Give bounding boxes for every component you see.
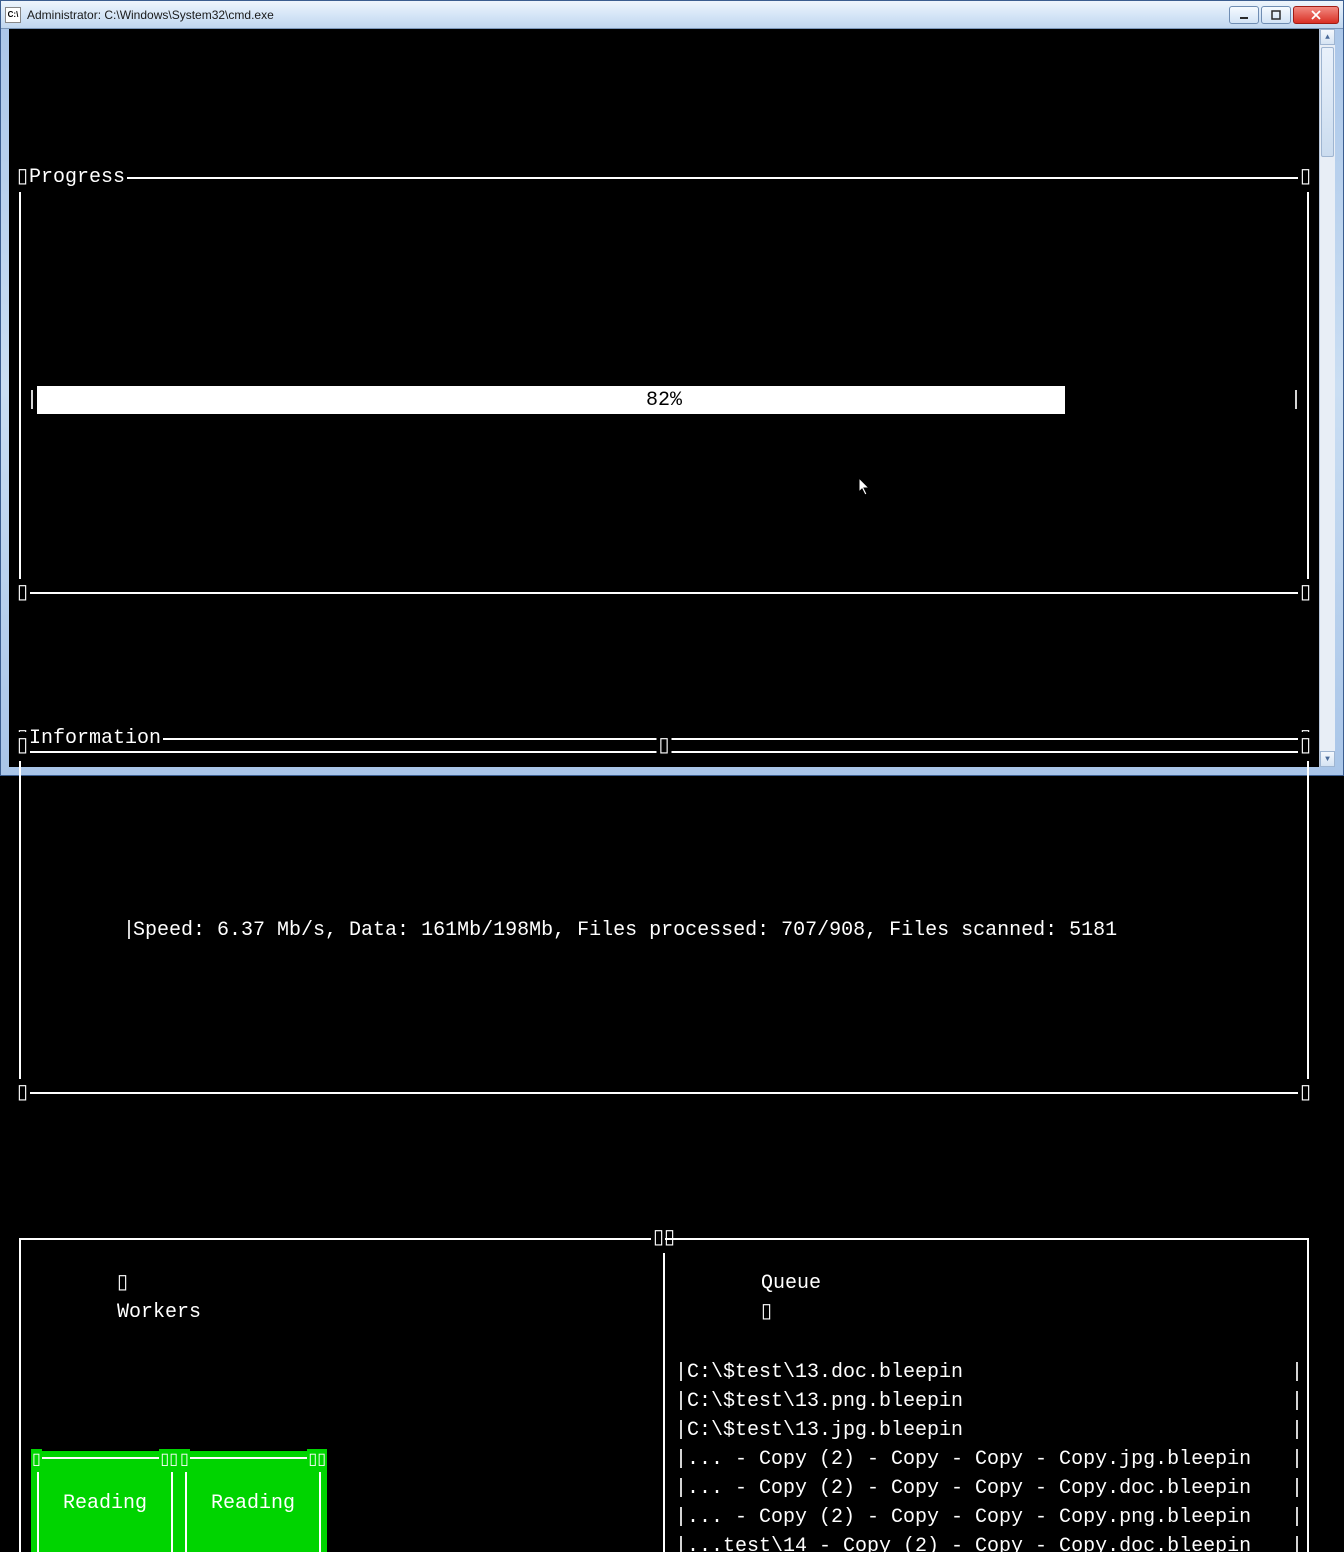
box-glyph: ▯ bbox=[1298, 732, 1313, 761]
queue-item: |C:\$test\13.jpg.bleepin| bbox=[675, 1416, 1303, 1445]
cmd-icon: C:\ bbox=[5, 7, 21, 23]
information-legend: Information bbox=[27, 724, 163, 753]
scroll-thumb[interactable] bbox=[1321, 47, 1334, 157]
titlebar[interactable]: C:\ Administrator: C:\Windows\System32\c… bbox=[1, 1, 1343, 29]
worker-cell: Reading▯▯▯▯▯▯ bbox=[31, 1451, 179, 1552]
window-controls bbox=[1229, 6, 1339, 24]
close-button[interactable] bbox=[1293, 6, 1339, 24]
worker-grid: Reading▯▯▯▯▯▯Reading▯▯▯▯▯▯ bbox=[31, 1451, 327, 1552]
queue-item: |C:\$test\13.doc.bleepin| bbox=[675, 1358, 1303, 1387]
worker-cell: Reading▯▯▯▯▯▯ bbox=[179, 1451, 327, 1552]
window-title: Administrator: C:\Windows\System32\cmd.e… bbox=[27, 8, 274, 22]
box-glyph: ▯ bbox=[15, 579, 30, 608]
box-glyph: ▯ bbox=[761, 1301, 772, 1324]
progress-track: 82% bbox=[37, 386, 1291, 414]
progress-panel: ▯ Progress ▯ | 82% | ▯ ▯ bbox=[19, 177, 1309, 594]
console-client-area: ▯ Progress ▯ | 82% | ▯ ▯ ▯ Information ▯ bbox=[9, 29, 1319, 767]
window-frame: C:\ Administrator: C:\Windows\System32\c… bbox=[0, 0, 1344, 776]
box-glyph: ▯ bbox=[1298, 579, 1313, 608]
progress-bar: | 82% | bbox=[27, 386, 1301, 414]
queue-item: |... - Copy (2) - Copy - Copy - Copy.png… bbox=[675, 1503, 1303, 1532]
queue-item: |C:\$test\13.png.bleepin| bbox=[675, 1387, 1303, 1416]
box-glyph: ▯ bbox=[117, 1272, 128, 1295]
maximize-button[interactable] bbox=[1261, 6, 1291, 24]
scroll-up-button[interactable]: ▲ bbox=[1320, 29, 1335, 45]
minimize-button[interactable] bbox=[1229, 6, 1259, 24]
worker-status: Reading bbox=[33, 1489, 177, 1518]
box-glyph: ▯ bbox=[1298, 163, 1313, 192]
vertical-scrollbar[interactable]: ▲ ▼ bbox=[1319, 29, 1335, 767]
box-glyph: ▯ bbox=[656, 732, 671, 761]
progress-legend: Progress bbox=[27, 163, 127, 192]
workers-queue-row: ▯ Workers ▯▯ Reading▯▯▯▯▯▯Reading▯▯▯▯▯▯ … bbox=[19, 1238, 1309, 1552]
scroll-down-button[interactable]: ▼ bbox=[1320, 751, 1335, 767]
queue-list: |C:\$test\13.doc.bleepin||C:\$test\13.pn… bbox=[665, 1356, 1307, 1552]
box-glyph: ▯ bbox=[15, 732, 30, 761]
queue-panel: Queue ▯ |C:\$test\13.doc.bleepin||C:\$te… bbox=[665, 1238, 1309, 1552]
progress-percent-text: 82% bbox=[37, 386, 1291, 414]
queue-item: |...test\14 - Copy (2) - Copy - Copy.doc… bbox=[675, 1532, 1303, 1552]
queue-legend: Queue bbox=[761, 1272, 821, 1295]
worker-status: Reading bbox=[181, 1489, 325, 1518]
box-glyph: ▯ bbox=[1298, 1079, 1313, 1108]
workers-legend: Workers bbox=[117, 1301, 201, 1324]
information-panel: ▯ Information ▯ |Speed: 6.37 Mb/s, Data:… bbox=[19, 738, 1309, 1094]
queue-item: |... - Copy (2) - Copy - Copy - Copy.doc… bbox=[675, 1474, 1303, 1503]
workers-panel: ▯ Workers ▯▯ Reading▯▯▯▯▯▯Reading▯▯▯▯▯▯ … bbox=[19, 1238, 665, 1552]
queue-item: |... - Copy (2) - Copy - Copy - Copy.jpg… bbox=[675, 1445, 1303, 1474]
box-glyph: ▯ bbox=[15, 1079, 30, 1108]
information-line: Speed: 6.37 Mb/s, Data: 161Mb/198Mb, Fil… bbox=[133, 919, 1117, 942]
